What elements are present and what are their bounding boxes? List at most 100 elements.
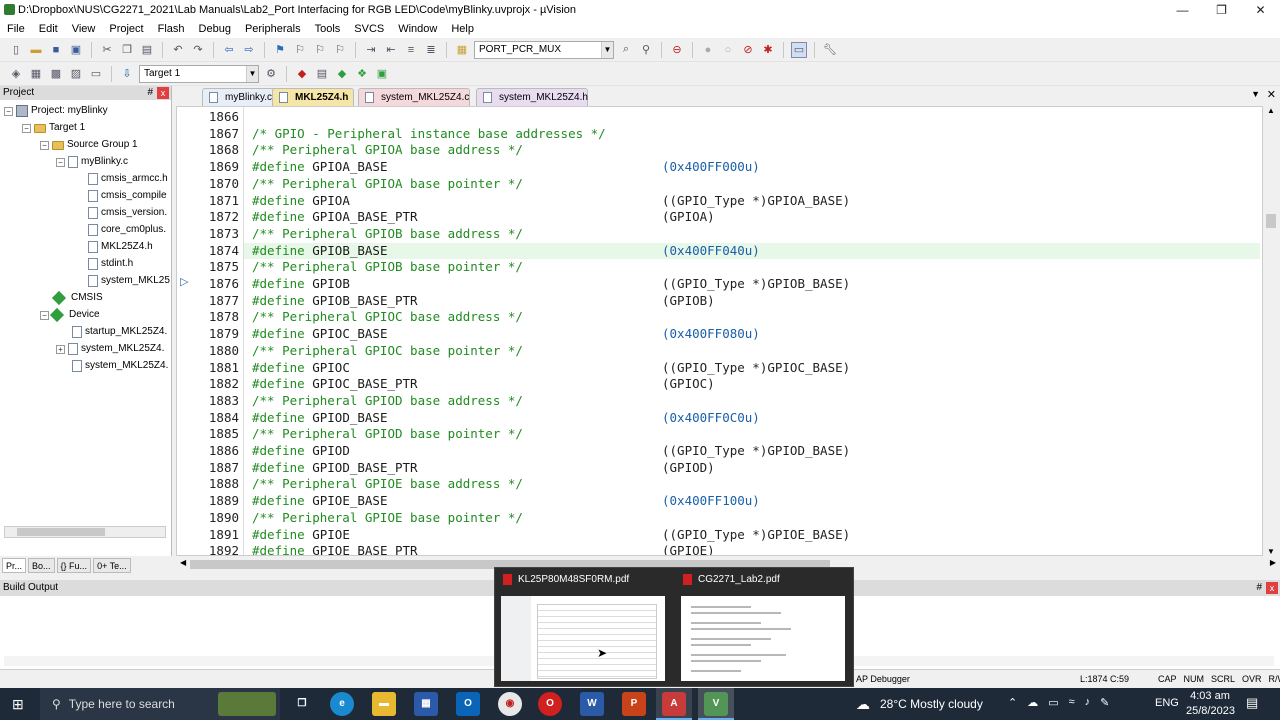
debug-session-icon[interactable]: ⊖ — [669, 42, 685, 58]
run-time-environment-icon[interactable]: ▣ — [374, 66, 390, 82]
tab-templates[interactable]: 0+ Te... — [93, 558, 131, 573]
code-editor[interactable]: 1866 1867 1868 1869 1870 1871 1872 1873 1874 1875… — [176, 106, 1263, 556]
menu-flash[interactable]: Flash — [151, 23, 192, 35]
find-combo[interactable]: PORT_PCR_MUX ▼ — [474, 40, 614, 59]
network-icon[interactable]: ▭ — [1048, 696, 1058, 709]
cut-icon[interactable]: ✂ — [99, 42, 115, 58]
open-folder-icon[interactable]: ▬ — [28, 42, 44, 58]
clock-time[interactable]: 4:03 am — [1188, 690, 1232, 702]
tab-list-chevron-icon[interactable]: ▼ — [1251, 89, 1260, 99]
outlook-icon[interactable]: O — [456, 692, 480, 716]
enable-breakpoint-icon[interactable]: ○ — [720, 42, 736, 58]
manage-components-icon[interactable]: ◆ — [294, 66, 310, 82]
menu-window[interactable]: Window — [391, 23, 444, 35]
tree-cmsis[interactable]: CMSIS — [51, 290, 103, 306]
tab-system-h[interactable]: system_MKL25Z4.h — [476, 88, 588, 106]
menu-tools[interactable]: Tools — [308, 23, 348, 35]
target-combo[interactable]: Target 1 ▼ — [139, 64, 259, 83]
store-icon[interactable]: ▦ — [414, 692, 438, 716]
nav-back-icon[interactable]: ⇦ — [221, 42, 237, 58]
close-tab-icon[interactable]: ✕ — [1267, 88, 1276, 101]
pin-icon[interactable]: # — [1256, 580, 1262, 596]
find-in-files-icon[interactable]: ▦ — [454, 42, 470, 58]
build-icon[interactable]: ▦ — [28, 66, 44, 82]
powerpoint-icon[interactable]: P — [622, 692, 646, 716]
tree-file[interactable]: MKL25Z4.h — [88, 239, 153, 255]
translate-icon[interactable]: ◈ — [8, 66, 24, 82]
menu-view[interactable]: View — [65, 23, 103, 35]
batch-build-icon[interactable]: ▨ — [68, 66, 84, 82]
paste-icon[interactable]: ▤ — [139, 42, 155, 58]
tree-file[interactable]: cmsis_version. — [88, 205, 167, 221]
tree-file[interactable]: cmsis_armcc.h — [88, 171, 168, 187]
maximize-button[interactable]: ❐ — [1202, 0, 1241, 20]
insert-breakpoint-icon[interactable]: ● — [700, 42, 716, 58]
bookmark-icon[interactable]: ⚑ — [272, 42, 288, 58]
clock-date[interactable]: 25/8/2023 — [1186, 705, 1235, 717]
onedrive-icon[interactable]: ☁ — [1027, 696, 1038, 709]
tree-project[interactable]: − Project: myBlinky — [4, 103, 108, 119]
thumbnail-lab2-pdf[interactable]: CG2271_Lab2.pdf — [675, 568, 847, 686]
nav-forward-icon[interactable]: ⇨ — [241, 42, 257, 58]
configure-icon[interactable]: 🔧︎ — [822, 42, 838, 58]
incremental-find-icon[interactable]: ⌕ — [618, 42, 634, 58]
close-button[interactable]: ✕ — [1241, 0, 1280, 20]
tree-file[interactable]: cmsis_compile — [88, 188, 167, 204]
tree-target[interactable]: − Target 1 — [22, 120, 85, 136]
tree-file[interactable]: stdint.h — [88, 256, 133, 272]
new-file-icon[interactable]: ▯ — [8, 42, 24, 58]
copy-icon[interactable]: ❐ — [119, 42, 135, 58]
tree-file[interactable]: core_cm0plus. — [88, 222, 166, 238]
comment-icon[interactable]: ≡ — [403, 42, 419, 58]
uncomment-icon[interactable]: ≣ — [423, 42, 439, 58]
tree-file[interactable]: system_MKL25 — [88, 273, 170, 289]
menu-svcs[interactable]: SVCS — [347, 23, 391, 35]
menu-peripherals[interactable]: Peripherals — [238, 23, 308, 35]
tab-books[interactable]: Bo... — [28, 558, 55, 573]
close-icon[interactable]: x — [1266, 582, 1278, 594]
download-icon[interactable]: ⇩ — [119, 66, 135, 82]
tree-file[interactable]: − myBlinky.c — [56, 154, 128, 170]
windows-start-icon[interactable]: ⊞ — [12, 696, 24, 713]
taskbar-search[interactable]: ⚲ Type here to search — [40, 688, 280, 720]
tree-device[interactable]: − Device — [40, 307, 100, 323]
stop-build-icon[interactable]: ▭ — [88, 66, 104, 82]
pen-icon[interactable]: ✎ — [1100, 696, 1109, 709]
tab-system-c[interactable]: system_MKL25Z4.c — [358, 88, 470, 106]
tree-source-group[interactable]: − Source Group 1 — [40, 137, 138, 153]
rebuild-icon[interactable]: ▩ — [48, 66, 64, 82]
bookmark-clear-icon[interactable]: ⚐ — [332, 42, 348, 58]
tree-file[interactable]: + system_MKL25Z4. — [56, 341, 164, 357]
notification-icon[interactable]: ▤ — [1246, 695, 1258, 711]
tab-functions[interactable]: {} Fu... — [56, 558, 92, 573]
redo-icon[interactable]: ↷ — [190, 42, 206, 58]
menu-edit[interactable]: Edit — [32, 23, 65, 35]
wifi-icon[interactable]: ≈ — [1069, 696, 1075, 709]
bookmark-prev-icon[interactable]: ⚐ — [292, 42, 308, 58]
opera-icon[interactable]: O — [538, 692, 562, 716]
save-all-icon[interactable]: ▣ — [68, 42, 84, 58]
undo-icon[interactable]: ↶ — [170, 42, 186, 58]
save-icon[interactable]: ■ — [48, 42, 64, 58]
language-indicator[interactable]: ENG — [1155, 697, 1179, 709]
chevron-down-icon[interactable]: ▼ — [246, 65, 258, 82]
task-view-icon[interactable]: ❐ — [290, 692, 314, 716]
select-software-packs-icon[interactable]: ❖ — [354, 66, 370, 82]
menu-debug[interactable]: Debug — [192, 23, 238, 35]
tray-chevron-icon[interactable]: ⌃ — [1008, 696, 1017, 709]
target-options-icon[interactable]: ⚙ — [263, 66, 279, 82]
pack-installer-icon[interactable]: ◆ — [334, 66, 350, 82]
tab-project[interactable]: Pr... — [2, 558, 27, 573]
window-layout-icon[interactable]: ▭ — [791, 41, 807, 58]
bookmark-next-icon[interactable]: ⚐ — [312, 42, 328, 58]
code-area[interactable]: /* GPIO - Peripheral instance base addre… — [243, 107, 1262, 555]
project-hscrollbar[interactable] — [4, 526, 166, 538]
close-icon[interactable]: x — [157, 87, 169, 99]
edge-icon[interactable]: e — [330, 692, 354, 716]
disable-breakpoints-icon[interactable]: ⊘ — [740, 42, 756, 58]
find-icon[interactable]: ⚲ — [638, 42, 654, 58]
unindent-icon[interactable]: ⇤ — [383, 42, 399, 58]
indent-icon[interactable]: ⇥ — [363, 42, 379, 58]
volume-icon[interactable]: ♪ — [1085, 696, 1091, 709]
thumbnail-kl25-pdf[interactable]: KL25P80M48SF0RM.pdf ➤ — [495, 568, 667, 686]
